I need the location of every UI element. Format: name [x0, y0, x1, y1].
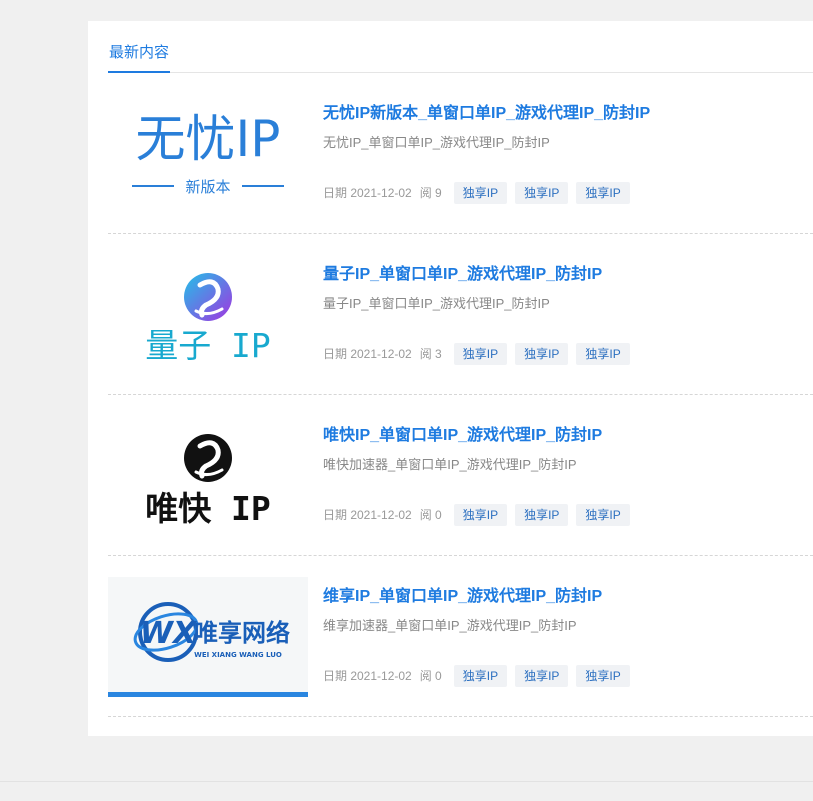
article-date: 日期 2021-12-02 — [323, 669, 412, 683]
article-meta: 日期 2021-12-02 阅 9 独享IP 独享IP 独享IP — [323, 181, 638, 204]
article-meta: 日期 2021-12-02 阅 0 独享IP 独享IP 独享IP — [323, 664, 638, 687]
logo-brand-text: 量子 IP — [145, 326, 271, 365]
footer-divider — [0, 781, 813, 782]
logo-subtitle-text: 新版本 — [185, 178, 230, 196]
article-date: 日期 2021-12-02 — [323, 186, 412, 200]
article-view-count: 阅 3 — [419, 347, 442, 361]
article-date: 日期 2021-12-02 — [323, 347, 412, 361]
article-thumbnail[interactable]: 无忧IP 新版本 — [108, 94, 308, 214]
weikuai-ip-logo: 唯快 IP — [108, 416, 308, 536]
logo-mark-text: WX — [140, 616, 198, 651]
tag-link[interactable]: 独享IP — [515, 181, 569, 204]
logo-brand-text: 唯享网络 — [194, 619, 290, 647]
article-view-count: 阅 9 — [419, 186, 442, 200]
wuyou-ip-logo: 无忧IP 新版本 — [108, 94, 308, 214]
list-item: 唯快 IP 唯快IP_单窗口单IP_游戏代理IP_防封IP 唯快加速器_单窗口单… — [108, 395, 813, 556]
tag-link[interactable]: 独享IP — [453, 342, 508, 365]
weixiang-network-logo: WX 唯享网络 WEI XIANG WANG LUO — [108, 577, 308, 697]
article-date: 日期 2021-12-02 — [323, 508, 412, 522]
article-title-link[interactable]: 唯快IP_单窗口单IP_游戏代理IP_防封IP — [323, 421, 602, 445]
article-thumbnail[interactable]: WX 唯享网络 WEI XIANG WANG LUO — [108, 577, 308, 697]
article-description: 维享加速器_单窗口单IP_游戏代理IP_防封IP — [323, 618, 577, 633]
article-list: 无忧IP 新版本 无忧IP新版本_单窗口单IP_游戏代理IP_防封IP 无忧IP… — [108, 73, 813, 717]
tag-link[interactable]: 独享IP — [515, 342, 569, 365]
article-title-link[interactable]: 无忧IP新版本_单窗口单IP_游戏代理IP_防封IP — [323, 99, 650, 123]
tag-link[interactable]: 独享IP — [453, 664, 508, 687]
article-thumbnail[interactable]: 量子 IP — [108, 255, 308, 375]
article-view-count: 阅 0 — [419, 669, 442, 683]
article-title-link[interactable]: 量子IP_单窗口单IP_游戏代理IP_防封IP — [323, 260, 602, 284]
tag-link[interactable]: 独享IP — [576, 181, 630, 204]
article-meta: 日期 2021-12-02 阅 3 独享IP 独享IP 独享IP — [323, 342, 638, 365]
tab-latest-content[interactable]: 最新内容 — [108, 43, 171, 73]
article-description: 无忧IP_单窗口单IP_游戏代理IP_防封IP — [323, 135, 550, 150]
liangzi-ip-logo: 量子 IP — [108, 255, 308, 375]
tag-link[interactable]: 独享IP — [576, 342, 630, 365]
latest-content-panel: 最新内容 无忧IP 新版本 无忧IP新版本_单窗口单IP_游戏代理IP_防封IP… — [88, 21, 813, 736]
tag-link[interactable]: 独享IP — [515, 503, 569, 526]
list-item: 量子 IP 量子IP_单窗口单IP_游戏代理IP_防封IP 量子IP_单窗口单I… — [108, 234, 813, 395]
article-thumbnail[interactable]: 唯快 IP — [108, 416, 308, 536]
logo-subtitle-text: WEI XIANG WANG LUO — [194, 651, 282, 659]
article-title-link[interactable]: 维享IP_单窗口单IP_游戏代理IP_防封IP — [323, 582, 602, 606]
list-item: WX 唯享网络 WEI XIANG WANG LUO 维享IP_单窗口单IP_游… — [108, 556, 813, 717]
article-meta: 日期 2021-12-02 阅 0 独享IP 独享IP 独享IP — [323, 503, 638, 526]
logo-brand-text: 无忧IP — [136, 110, 281, 168]
article-description: 唯快加速器_单窗口单IP_游戏代理IP_防封IP — [323, 457, 577, 472]
tag-link[interactable]: 独享IP — [453, 181, 508, 204]
tag-link[interactable]: 独享IP — [576, 503, 630, 526]
list-item: 无忧IP 新版本 无忧IP新版本_单窗口单IP_游戏代理IP_防封IP 无忧IP… — [108, 73, 813, 234]
tag-link[interactable]: 独享IP — [453, 503, 508, 526]
tag-link[interactable]: 独享IP — [576, 664, 630, 687]
tag-link[interactable]: 独享IP — [515, 664, 569, 687]
article-description: 量子IP_单窗口单IP_游戏代理IP_防封IP — [323, 296, 550, 311]
logo-brand-text: 唯快 IP — [145, 489, 271, 528]
article-view-count: 阅 0 — [419, 508, 442, 522]
section-tabbar: 最新内容 — [108, 21, 813, 73]
